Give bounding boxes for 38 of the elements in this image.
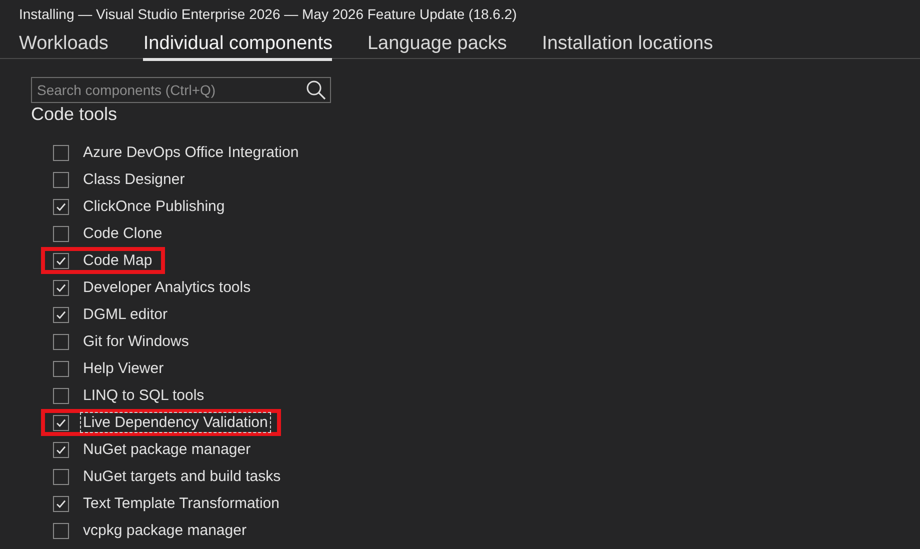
search-field[interactable]: Search components (Ctrl+Q): [31, 77, 331, 103]
checkbox[interactable]: [53, 360, 69, 376]
tab[interactable]: Workloads: [19, 33, 108, 61]
checkbox[interactable]: [53, 334, 69, 350]
component-label: vcpkg package manager: [82, 521, 248, 541]
component-label: Live Dependency Validation: [80, 412, 271, 433]
checkbox[interactable]: [53, 306, 69, 322]
checkbox[interactable]: [53, 172, 69, 188]
component-label: ClickOnce Publishing: [82, 197, 226, 217]
checkbox[interactable]: [53, 198, 69, 214]
component-label: LINQ to SQL tools: [82, 386, 206, 406]
section-heading: Code tools: [31, 103, 118, 126]
search-icon[interactable]: [305, 79, 327, 101]
tab[interactable]: Installation locations: [542, 33, 714, 61]
component-label: Help Viewer: [82, 359, 165, 379]
checkbox[interactable]: [53, 414, 69, 430]
component-label: Code Map: [82, 251, 154, 271]
checkbox[interactable]: [53, 226, 69, 242]
checkbox[interactable]: [53, 252, 69, 268]
checkbox[interactable]: [53, 468, 69, 484]
component-label: Git for Windows: [82, 332, 190, 352]
checkbox[interactable]: [53, 442, 69, 458]
checkbox[interactable]: [53, 496, 69, 512]
checkbox[interactable]: [53, 522, 69, 538]
window-title: Installing — Visual Studio Enterprise 2026 — May 2026 Feature Update (18.6.2): [18, 5, 518, 24]
tab[interactable]: Language packs: [367, 33, 507, 61]
checkbox[interactable]: [53, 280, 69, 296]
checkbox[interactable]: [53, 144, 69, 160]
component-label: Azure DevOps Office Integration: [82, 143, 300, 163]
tab[interactable]: Individual components: [143, 33, 332, 61]
component-label: NuGet package manager: [82, 440, 252, 460]
component-label: DGML editor: [82, 305, 168, 325]
component-label: Class Designer: [82, 170, 186, 190]
component-label: Code Clone: [82, 224, 164, 244]
component-label: Developer Analytics tools: [82, 278, 252, 298]
component-label: Text Template Transformation: [82, 494, 280, 514]
checkbox[interactable]: [53, 388, 69, 404]
component-label: NuGet targets and build tasks: [82, 467, 282, 487]
